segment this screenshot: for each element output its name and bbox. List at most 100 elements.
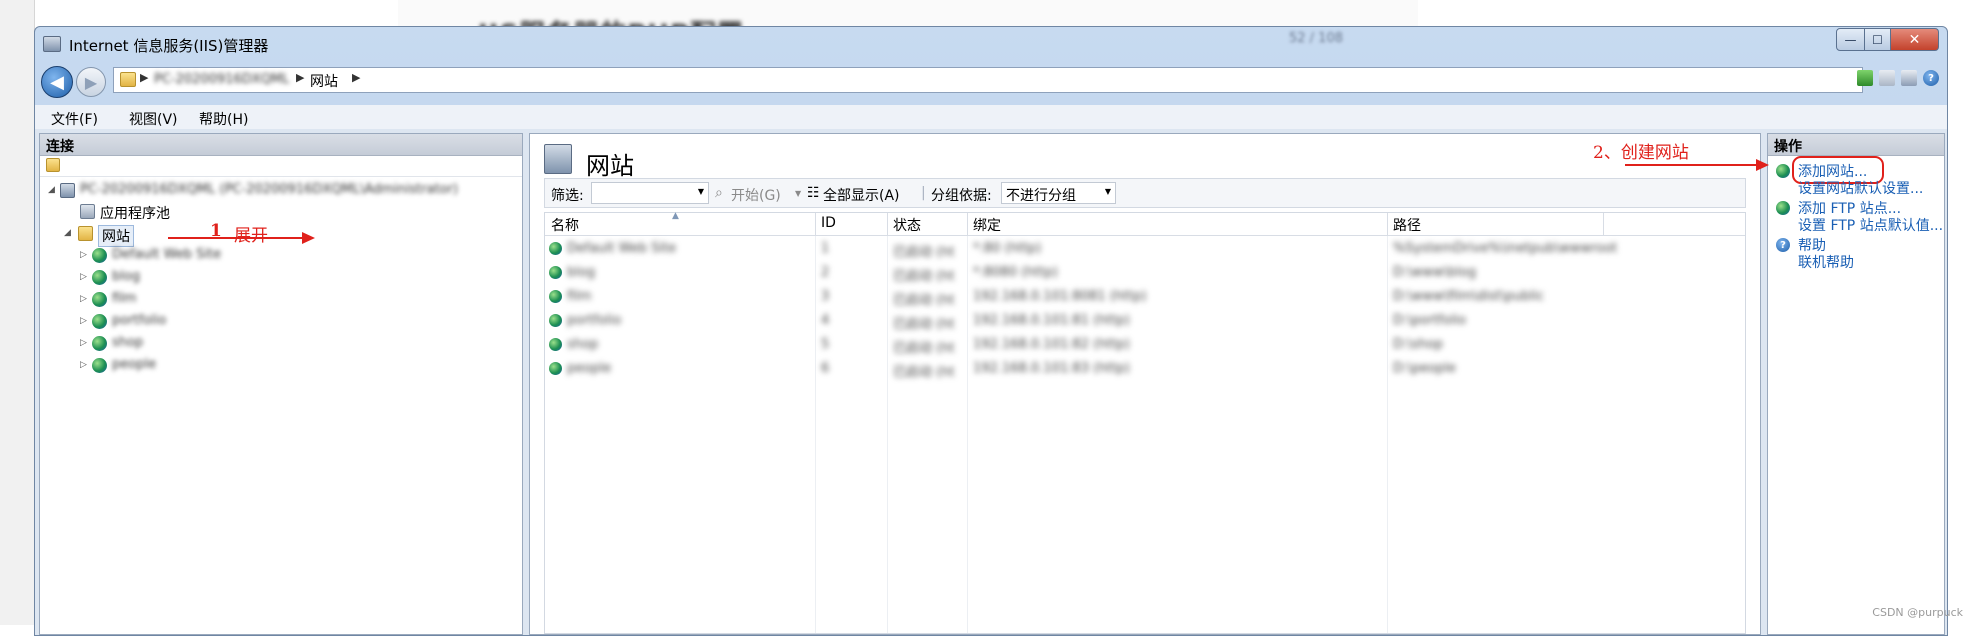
address-bar[interactable]: ▶ PC-20200916DXQML ▶ 网站 ▶ <box>113 67 1863 93</box>
menu-help[interactable]: 帮助(H) <box>199 109 248 129</box>
connections-toolbar <box>40 156 522 177</box>
show-all-button[interactable]: 全部显示(A) <box>823 185 900 205</box>
expand-icon[interactable]: ▷ <box>80 250 87 260</box>
breadcrumb-sites[interactable]: 网站 <box>310 71 338 91</box>
cell-path: %SystemDrive%\inetpub\wwwroot <box>1393 241 1618 256</box>
site-name-label: shop <box>112 335 144 350</box>
forward-button[interactable]: ▶ <box>76 67 106 97</box>
binoculars-icon[interactable]: ⌕ <box>715 185 723 201</box>
expand-icon[interactable]: ▷ <box>80 294 87 304</box>
header-divider[interactable] <box>1603 213 1604 235</box>
show-all-icon[interactable]: ☷ <box>807 185 820 201</box>
cell-name: people <box>567 361 612 376</box>
dropdown-arrow-icon[interactable]: ▼ <box>698 187 704 196</box>
site-name-label: film <box>112 291 137 306</box>
help-icon: ? <box>1776 238 1790 252</box>
connections-header: 连接 <box>40 134 522 156</box>
title-bar[interactable]: Internet 信息服务(IIS)管理器 — ☐ ✕ <box>35 27 1947 61</box>
refresh-icon[interactable] <box>1857 70 1873 86</box>
group-by-select[interactable]: 不进行分组 ▼ <box>1001 182 1116 204</box>
breadcrumb-arrow-icon[interactable]: ▶ <box>140 71 148 84</box>
expand-icon[interactable]: ▷ <box>80 338 87 348</box>
ftp-defaults-link[interactable]: 设置 FTP 站点默认值... <box>1798 215 1943 235</box>
stop-icon[interactable] <box>1879 70 1895 86</box>
sites-feature-pane: 网站 筛选: ▼ ⌕ 开始(G) ▼ ☷ 全部显示(A) | 分组依据: 不进行… <box>529 133 1761 635</box>
header-divider[interactable] <box>815 213 816 235</box>
close-button[interactable]: ✕ <box>1891 28 1939 51</box>
cell-id: 6 <box>821 361 830 376</box>
minimize-button[interactable]: — <box>1836 28 1865 51</box>
add-site-icon <box>1776 164 1790 178</box>
filter-label: 筛选: <box>551 188 584 204</box>
online-help-link[interactable]: 联机帮助 <box>1798 252 1854 272</box>
expand-icon[interactable]: ▷ <box>80 316 87 326</box>
header-divider[interactable] <box>1387 213 1388 235</box>
connections-pane: 连接 ◢ PC-20200916DXQML (PC-20200916DXQML\… <box>39 133 523 635</box>
arrow-right-icon: ▶ <box>84 72 98 92</box>
cell-name: Default Web Site <box>567 241 677 256</box>
maximize-button[interactable]: ☐ <box>1865 28 1891 51</box>
server-node-label: PC-20200916DXQML (PC-20200916DXQML\Admin… <box>80 182 459 197</box>
table-row[interactable]: Default Web Site 1 已启动 (ht *:80 (http) %Syst… <box>545 237 1745 261</box>
cell-id: 3 <box>821 289 830 304</box>
start-filter-button[interactable]: 开始(G) <box>731 185 781 205</box>
tree-server-node[interactable]: ◢ PC-20200916DXQML (PC-20200916DXQML\Adm… <box>40 181 510 201</box>
collapse-icon[interactable]: ◢ <box>48 185 55 195</box>
expand-icon[interactable]: ▷ <box>80 360 87 370</box>
site-defaults-link[interactable]: 设置网站默认设置... <box>1798 178 1923 198</box>
globe-icon <box>549 362 562 375</box>
breadcrumb-arrow-icon[interactable]: ▶ <box>296 71 304 84</box>
menu-file[interactable]: 文件(F) <box>51 109 98 129</box>
header-divider[interactable] <box>967 213 968 235</box>
annotation-arrowhead-1 <box>302 232 315 244</box>
cell-status: 已启动 (ht <box>893 245 955 260</box>
globe-icon <box>92 358 107 373</box>
home-icon[interactable] <box>1901 70 1917 86</box>
sites-table: 名称 ▲ ID 状态 绑定 路径 Default Web Site 1 已启动 (h… <box>544 211 1746 634</box>
column-header-path[interactable]: 路径 <box>1393 215 1421 235</box>
table-row[interactable]: blog 2 已启动 (ht *:8080 (http) D:\www\blog <box>545 261 1745 285</box>
add-ftp-icon <box>1776 201 1790 215</box>
column-header-binding[interactable]: 绑定 <box>973 215 1001 235</box>
sites-label: 网站 <box>98 225 134 247</box>
arrow-left-icon: ◀ <box>50 71 64 93</box>
column-header-id[interactable]: ID <box>821 215 836 231</box>
globe-icon <box>92 314 107 329</box>
watermark: CSDN @purpuck <box>1872 606 1963 619</box>
column-header-status[interactable]: 状态 <box>893 215 921 235</box>
iis-manager-window: Internet 信息服务(IIS)管理器 — ☐ ✕ 52 / 108 ◀ ▶… <box>34 26 1948 636</box>
menu-view[interactable]: 视图(V) <box>129 109 178 129</box>
breadcrumb-arrow-icon[interactable]: ▶ <box>352 71 360 84</box>
expand-icon[interactable]: ▷ <box>80 272 87 282</box>
cell-path: D:\www\film\dist\public <box>1393 289 1545 304</box>
back-button[interactable]: ◀ <box>41 66 73 98</box>
start-dropdown-icon[interactable]: ▼ <box>795 189 801 198</box>
sites-folder-icon <box>120 72 136 87</box>
cell-name: portfolio <box>567 313 622 328</box>
column-header-name[interactable]: 名称 <box>551 215 579 235</box>
globe-icon <box>549 314 562 327</box>
table-row[interactable]: shop 5 已启动 (ht 192.168.0.101:82 (http) D:\sh… <box>545 333 1745 357</box>
cell-id: 1 <box>821 241 830 256</box>
nav-toolbar: ? <box>1857 70 1939 86</box>
globe-icon <box>92 270 107 285</box>
site-name-label: Default Web Site <box>112 247 222 262</box>
help-icon[interactable]: ? <box>1923 70 1939 86</box>
breadcrumb-server[interactable]: PC-20200916DXQML <box>154 72 289 87</box>
cell-binding: *:80 (http) <box>973 241 1042 256</box>
dropdown-arrow-icon[interactable]: ▼ <box>1105 187 1111 196</box>
annotation-arrow-2 <box>1625 164 1757 166</box>
actions-pane: 操作 添加网站... 设置网站默认设置... 添加 FTP 站点... 设置 F… <box>1767 133 1945 635</box>
cell-name: blog <box>567 265 596 280</box>
globe-icon <box>549 266 562 279</box>
header-divider[interactable] <box>887 213 888 235</box>
group-by-label: 分组依据: <box>931 188 992 204</box>
collapse-icon[interactable]: ◢ <box>64 228 71 238</box>
table-row[interactable]: portfolio 4 已启动 (ht 192.168.0.101:81 (http)… <box>545 309 1745 333</box>
app-pool-icon <box>80 204 95 219</box>
filter-input[interactable]: ▼ <box>591 182 709 204</box>
connect-icon[interactable] <box>46 158 60 172</box>
site-name-label: portfolio <box>112 313 167 328</box>
table-row[interactable]: people 6 已启动 (ht 192.168.0.101:83 (http) D:\… <box>545 357 1745 381</box>
table-row[interactable]: film 3 已启动 (ht 192.168.0.101:8081 (http) D:\… <box>545 285 1745 309</box>
